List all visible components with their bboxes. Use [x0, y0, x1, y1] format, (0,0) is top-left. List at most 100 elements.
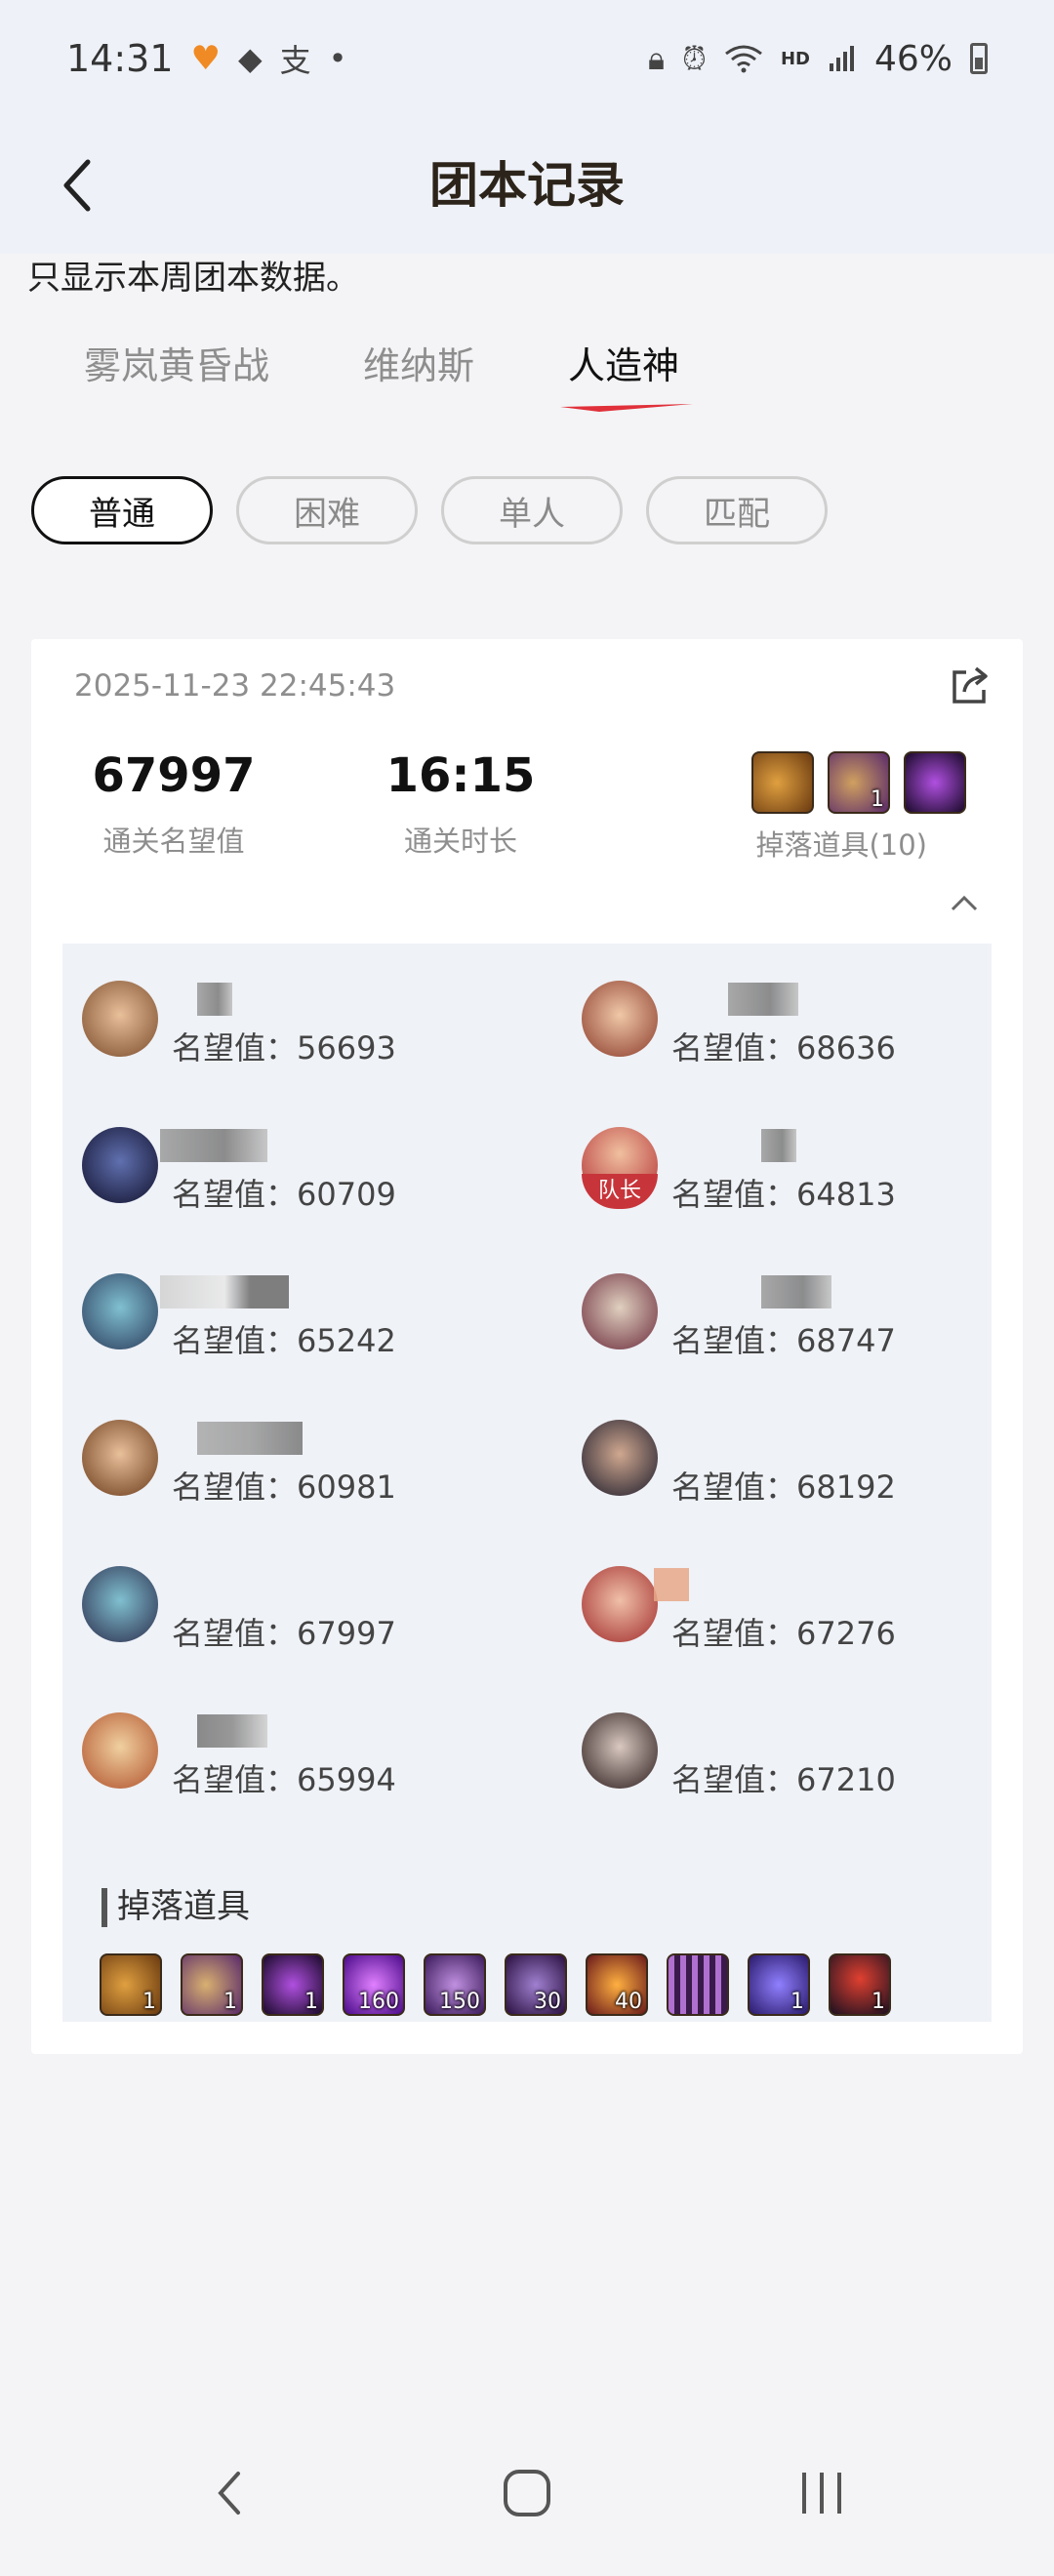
member-fame: 名望值：60709: [172, 1176, 396, 1213]
drop-item[interactable]: 1: [100, 1953, 162, 2016]
hd-indicator: HD: [780, 48, 810, 69]
avatar: [82, 981, 158, 1057]
member-card[interactable]: 名望值：67276: [582, 1566, 1011, 1673]
fame-value: 67997: [92, 748, 256, 803]
leader-badge: 队长: [582, 1174, 658, 1209]
member-card[interactable]: 名望值：67210: [582, 1712, 1011, 1820]
nav-recents-button[interactable]: [783, 2459, 861, 2527]
alipay-notification-icon: 支: [279, 42, 311, 79]
member-fame: 名望值：68636: [671, 1029, 896, 1067]
member-fame: 名望值：64813: [671, 1176, 896, 1213]
drop-preview-item: [904, 751, 966, 814]
member-fame: 名望值：56693: [172, 1029, 396, 1067]
member-fame: 名望值：67210: [671, 1761, 896, 1798]
fame-label: 通关名望值: [102, 825, 245, 858]
name-redacted: [160, 1129, 267, 1162]
system-navigation-bar: [0, 2410, 1054, 2576]
nav-back-icon: [218, 2472, 240, 2515]
wifi-icon: [725, 45, 762, 73]
name-redacted: [761, 1275, 831, 1308]
duration-value: 16:15: [385, 748, 536, 803]
avatar: [82, 1420, 158, 1496]
share-button[interactable]: [947, 663, 993, 709]
tab-fog-twilight[interactable]: 雾岚黄昏战: [84, 332, 269, 400]
nav-back-button[interactable]: [191, 2459, 269, 2527]
member-card[interactable]: 名望值：60709: [82, 1127, 511, 1234]
duration-stat: 16:15 通关时长: [363, 746, 558, 860]
member-card[interactable]: 名望值：56693: [82, 981, 511, 1088]
duration-label: 通关时长: [403, 825, 517, 858]
drop-item[interactable]: 30: [505, 1953, 567, 2016]
nav-home-button[interactable]: [488, 2459, 566, 2527]
member-fame: 名望值：67276: [671, 1615, 896, 1652]
member-fame: 名望值：65242: [172, 1322, 396, 1359]
member-card[interactable]: 名望值：68747: [582, 1273, 1011, 1381]
nav-home-icon: [504, 2470, 550, 2516]
drop-items-list: 1 1 1 160 150 30 40 1 1: [100, 1953, 891, 2016]
member-card[interactable]: 名望值：60981: [82, 1420, 511, 1527]
chip-solo[interactable]: 单人: [441, 476, 623, 544]
drop-item[interactable]: 150: [424, 1953, 486, 2016]
chevron-up-icon: [951, 895, 978, 911]
drop-item[interactable]: 1: [181, 1953, 243, 2016]
collapse-button[interactable]: [945, 888, 984, 917]
drop-preview[interactable]: 1: [751, 751, 966, 814]
status-time: 14:31: [66, 37, 174, 80]
team-members-panel: 名望值：56693 名望值：68636 名望值：60709 队长 名望值：648…: [62, 944, 992, 2022]
member-card[interactable]: 名望值：65242: [82, 1273, 511, 1381]
avatar: [582, 1566, 658, 1642]
avatar: [82, 1712, 158, 1789]
member-card[interactable]: 名望值：68192: [582, 1420, 1011, 1527]
member-card[interactable]: 名望值：67997: [82, 1566, 511, 1673]
drop-item[interactable]: 160: [343, 1953, 405, 2016]
member-fame: 名望值：68192: [671, 1469, 896, 1506]
record-datetime: 2025-11-23 22:45:43: [74, 668, 396, 704]
name-redacted: [761, 1129, 796, 1162]
chat-notification-icon: ◆: [238, 40, 263, 77]
raid-tabs: 雾岚黄昏战 维纳斯 人造神: [0, 332, 1054, 420]
member-fame: 名望值：67997: [172, 1615, 396, 1652]
member-fame: 名望值：65994: [172, 1761, 396, 1798]
battery-icon: [970, 43, 988, 74]
member-fame: 名望值：68747: [671, 1322, 896, 1359]
tab-artificial-god[interactable]: 人造神: [568, 332, 679, 400]
difficulty-filter: 普通 困难 单人 匹配: [31, 476, 828, 544]
member-fame: 名望值：60981: [172, 1469, 396, 1506]
chip-normal[interactable]: 普通: [31, 476, 213, 544]
drop-item[interactable]: 1: [829, 1953, 891, 2016]
avatar: [582, 1273, 658, 1349]
member-card[interactable]: 名望值：68636: [582, 981, 1011, 1088]
name-redacted: [197, 1714, 267, 1748]
name-redacted: [197, 1422, 303, 1455]
chip-hard[interactable]: 困难: [236, 476, 418, 544]
avatar: [582, 981, 658, 1057]
alarm-icon: ⏰︎: [682, 39, 707, 77]
member-card[interactable]: 名望值：65994: [82, 1712, 511, 1820]
drop-item[interactable]: [667, 1953, 729, 2016]
name-redacted: [197, 983, 232, 1016]
header: 团本记录: [0, 117, 1054, 254]
app-notification-icon: ♥: [190, 39, 221, 78]
drop-item[interactable]: 1: [748, 1953, 810, 2016]
signal-icon: [829, 46, 854, 71]
fame-stat: 67997 通关名望值: [76, 746, 271, 860]
avatar: [582, 1420, 658, 1496]
battery-percent: 46%: [873, 38, 953, 79]
avatar: [582, 1712, 658, 1789]
section-marker: [101, 1888, 107, 1927]
tab-venus[interactable]: 维纳斯: [363, 332, 474, 400]
nav-recents-icon: [802, 2473, 841, 2514]
active-tab-underline: [560, 404, 693, 412]
member-card[interactable]: 队长 名望值：64813: [582, 1127, 1011, 1234]
status-bar: 14:31 ♥ ◆ 支 • 🔒︎ ⏰︎ HD 46%: [0, 0, 1054, 117]
page-title: 团本记录: [429, 157, 625, 214]
lock-icon: 🔒︎: [647, 39, 665, 77]
share-icon: [953, 666, 988, 704]
drop-preview-item: [751, 751, 814, 814]
avatar: [82, 1566, 158, 1642]
drop-item[interactable]: 1: [262, 1953, 324, 2016]
chip-match[interactable]: 匹配: [646, 476, 828, 544]
name-redacted: [654, 1568, 689, 1601]
drop-item[interactable]: 40: [586, 1953, 648, 2016]
content: 只显示本周团本数据。 雾岚黄昏战 维纳斯 人造神 普通 困难 单人 匹配 202…: [0, 254, 1054, 2410]
